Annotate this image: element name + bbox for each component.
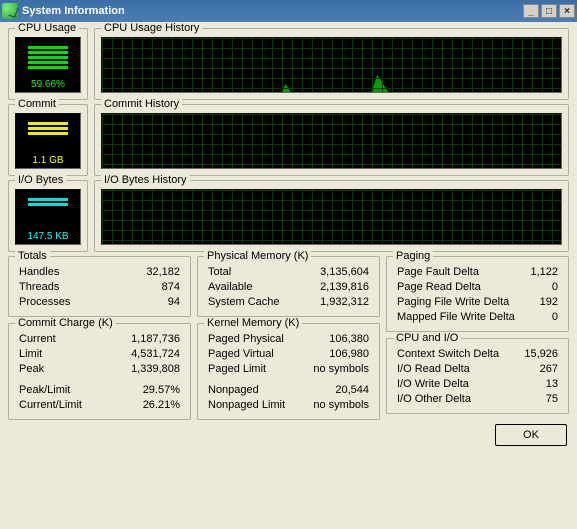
ci-write-label: I/O Write Delta — [397, 377, 469, 392]
commit-monitor: 1.1 GB — [15, 113, 81, 169]
kernel-mem-group: Kernel Memory (K) Paged Physical106,380 … — [197, 323, 380, 420]
km-np-label: Nonpaged — [208, 383, 259, 398]
km-pv-label: Paged Virtual — [208, 347, 274, 362]
pm-total-value: 3,135,604 — [320, 265, 369, 280]
totals-group: Totals Handles32,182 Threads874 Processe… — [8, 256, 191, 317]
pm-cache-label: System Cache — [208, 295, 280, 310]
ci-read-value: 267 — [540, 362, 558, 377]
pg-fault-value: 1,122 — [530, 265, 558, 280]
cc-curlimit-value: 26.21% — [143, 398, 180, 413]
pm-cache-value: 1,932,312 — [320, 295, 369, 310]
cpu-history-legend: CPU Usage History — [101, 22, 202, 34]
app-icon — [2, 3, 18, 19]
window-title: System Information — [22, 5, 125, 17]
cc-peaklimit-label: Peak/Limit — [19, 383, 70, 398]
io-legend: I/O Bytes — [15, 174, 66, 186]
cc-limit-label: Limit — [19, 347, 42, 362]
cc-curlimit-label: Current/Limit — [19, 398, 82, 413]
pg-pfw-label: Paging File Write Delta — [397, 295, 509, 310]
cpu-usage-value: 59.66% — [31, 79, 65, 90]
ci-ctx-value: 15,926 — [524, 347, 558, 362]
cpu-usage-legend: CPU Usage — [15, 22, 79, 34]
io-history-graph — [101, 189, 562, 245]
km-pp-label: Paged Physical — [208, 332, 284, 347]
ci-read-label: I/O Read Delta — [397, 362, 470, 377]
commit-history-group: Commit History — [94, 104, 569, 176]
pm-avail-value: 2,139,816 — [320, 280, 369, 295]
pg-read-label: Page Read Delta — [397, 280, 481, 295]
cpu-history-graph — [101, 37, 562, 93]
io-history-group: I/O Bytes History — [94, 180, 569, 252]
io-history-legend: I/O Bytes History — [101, 174, 190, 186]
pg-mfw-value: 0 — [552, 310, 558, 325]
km-pl-label: Paged Limit — [208, 362, 266, 377]
cc-current-value: 1,187,736 — [131, 332, 180, 347]
pm-avail-label: Available — [208, 280, 252, 295]
km-pp-value: 106,380 — [329, 332, 369, 347]
km-np-value: 20,544 — [335, 383, 369, 398]
title-bar: System Information _ □ × — [0, 0, 577, 22]
threads-value: 874 — [162, 280, 180, 295]
handles-label: Handles — [19, 265, 59, 280]
commit-group: Commit 1.1 GB — [8, 104, 88, 176]
cc-limit-value: 4,531,724 — [131, 347, 180, 362]
cpu-io-group: CPU and I/O Context Switch Delta15,926 I… — [386, 338, 569, 414]
ci-other-label: I/O Other Delta — [397, 392, 471, 407]
commit-charge-group: Commit Charge (K) Current1,187,736 Limit… — [8, 323, 191, 420]
commit-value: 1.1 GB — [32, 155, 63, 166]
totals-legend: Totals — [15, 250, 50, 262]
kernel-mem-legend: Kernel Memory (K) — [204, 317, 302, 329]
pg-fault-label: Page Fault Delta — [397, 265, 479, 280]
phys-mem-legend: Physical Memory (K) — [204, 250, 311, 262]
cc-peak-label: Peak — [19, 362, 44, 377]
ci-other-value: 75 — [546, 392, 558, 407]
pg-mfw-label: Mapped File Write Delta — [397, 310, 515, 325]
ci-ctx-label: Context Switch Delta — [397, 347, 499, 362]
minimize-button[interactable]: _ — [523, 4, 539, 18]
pg-read-value: 0 — [552, 280, 558, 295]
pm-total-label: Total — [208, 265, 231, 280]
cpu-usage-group: CPU Usage 59.66% — [8, 28, 88, 100]
io-value: 147.5 KB — [27, 231, 68, 242]
cpu-history-group: CPU Usage History — [94, 28, 569, 100]
close-button[interactable]: × — [559, 4, 575, 18]
km-pv-value: 106,980 — [329, 347, 369, 362]
km-npl-label: Nonpaged Limit — [208, 398, 285, 413]
pg-pfw-value: 192 — [540, 295, 558, 310]
cpu-usage-monitor: 59.66% — [15, 37, 81, 93]
phys-mem-group: Physical Memory (K) Total3,135,604 Avail… — [197, 256, 380, 317]
commit-charge-legend: Commit Charge (K) — [15, 317, 116, 329]
cpu-io-legend: CPU and I/O — [393, 332, 461, 344]
km-npl-value: no symbols — [313, 398, 369, 413]
io-monitor: 147.5 KB — [15, 189, 81, 245]
km-pl-value: no symbols — [313, 362, 369, 377]
processes-label: Processes — [19, 295, 70, 310]
threads-label: Threads — [19, 280, 59, 295]
ok-button[interactable]: OK — [495, 424, 567, 446]
cc-current-label: Current — [19, 332, 56, 347]
commit-history-graph — [101, 113, 562, 169]
cc-peak-value: 1,339,808 — [131, 362, 180, 377]
cc-peaklimit-value: 29.57% — [143, 383, 180, 398]
paging-legend: Paging — [393, 250, 433, 262]
handles-value: 32,182 — [146, 265, 180, 280]
commit-legend: Commit — [15, 98, 59, 110]
maximize-button[interactable]: □ — [541, 4, 557, 18]
commit-history-legend: Commit History — [101, 98, 182, 110]
io-group: I/O Bytes 147.5 KB — [8, 180, 88, 252]
ci-write-value: 13 — [546, 377, 558, 392]
paging-group: Paging Page Fault Delta1,122 Page Read D… — [386, 256, 569, 332]
processes-value: 94 — [168, 295, 180, 310]
